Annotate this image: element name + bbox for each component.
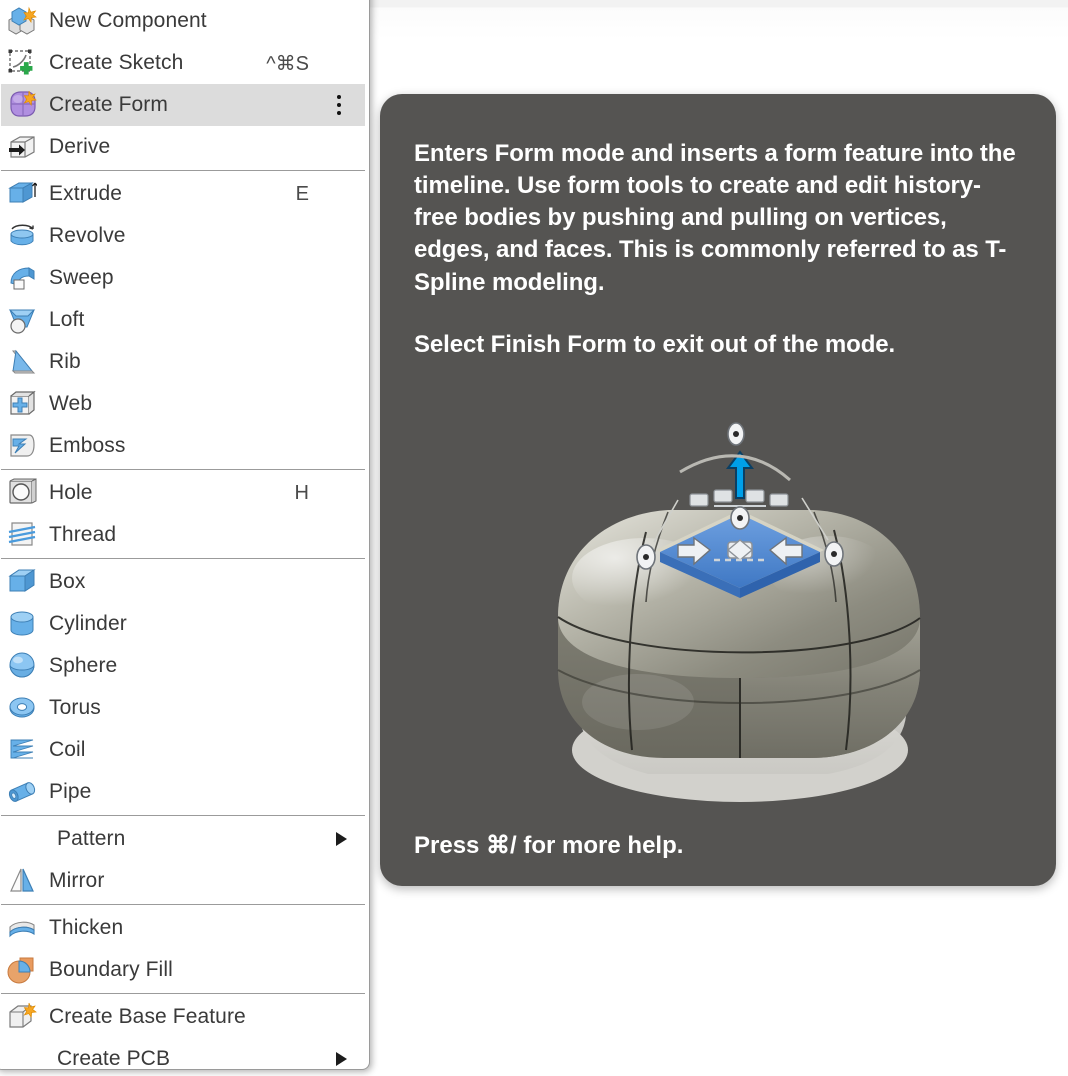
t-spline-form-body-illustration: [528, 402, 948, 822]
menu-item-mirror[interactable]: Mirror: [1, 860, 365, 902]
menu-item-emboss[interactable]: Emboss: [1, 425, 365, 467]
box-icon: [7, 567, 41, 597]
menu-item-label: Derive: [49, 135, 110, 159]
revolve-icon: [7, 221, 41, 251]
menu-item-thicken[interactable]: Thicken: [1, 907, 365, 949]
coil-icon: [7, 735, 41, 765]
menu-item-label: Coil: [49, 738, 86, 762]
menu-item-create-form[interactable]: Create Form: [1, 84, 365, 126]
menu-item-extrude[interactable]: Extrude E: [1, 173, 365, 215]
derive-icon: [7, 132, 41, 162]
new-component-icon: [7, 6, 41, 36]
menu-item-label: Boundary Fill: [49, 958, 173, 982]
menu-item-rib[interactable]: Rib: [1, 341, 365, 383]
tooltip-paragraph-2: Select Finish Form to exit out of the mo…: [414, 329, 1022, 361]
overflow-menu-icon[interactable]: [337, 95, 341, 115]
menu-item-label: Create Sketch: [49, 51, 183, 75]
menu-item-label: Extrude: [49, 182, 122, 206]
create-form-icon: [7, 90, 41, 120]
sweep-icon: [7, 263, 41, 293]
boundary-fill-icon: [7, 955, 41, 985]
menu-item-torus[interactable]: Torus: [1, 687, 365, 729]
menu-item-label: New Component: [49, 9, 207, 33]
menu-item-pattern[interactable]: Pattern: [1, 818, 365, 860]
menu-item-revolve[interactable]: Revolve: [1, 215, 365, 257]
menu-item-web[interactable]: Web: [1, 383, 365, 425]
hole-icon: [7, 478, 41, 508]
menu-item-new-component[interactable]: New Component: [1, 0, 365, 42]
menu-item-shortcut: E: [296, 183, 309, 206]
menu-separator: [1, 904, 365, 905]
menu-item-label: Hole: [49, 481, 93, 505]
tooltip-panel: Enters Form mode and inserts a form feat…: [380, 94, 1056, 886]
cylinder-icon: [7, 609, 41, 639]
menu-item-thread[interactable]: Thread: [1, 514, 365, 556]
tooltip-footer: Press ⌘/ for more help.: [414, 831, 683, 860]
create-menu-panel: New Component Create Sketch ^⌘S Create Form…: [0, 0, 370, 1070]
menu-item-label: Sphere: [49, 654, 117, 678]
menu-item-label: Torus: [49, 696, 101, 720]
menu-item-sphere[interactable]: Sphere: [1, 645, 365, 687]
menu-item-label: Loft: [49, 308, 84, 332]
menu-separator: [1, 993, 365, 994]
menu-item-label: Thicken: [49, 916, 123, 940]
no-icon-spacer: [7, 824, 41, 854]
pipe-icon: [7, 777, 41, 807]
create-menu-list: New Component Create Sketch ^⌘S Create Form…: [1, 0, 365, 1070]
menu-item-pipe[interactable]: Pipe: [1, 771, 365, 813]
menu-item-loft[interactable]: Loft: [1, 299, 365, 341]
create-base-feature-icon: [7, 1002, 41, 1032]
menu-separator: [1, 815, 365, 816]
app-window: New Component Create Sketch ^⌘S Create Form…: [0, 0, 1068, 1076]
web-icon: [7, 389, 41, 419]
tooltip-spacer: [414, 299, 1022, 329]
thread-icon: [7, 520, 41, 550]
menu-item-create-pcb[interactable]: Create PCB: [1, 1038, 365, 1070]
menu-item-label: Sweep: [49, 266, 114, 290]
menu-item-cylinder[interactable]: Cylinder: [1, 603, 365, 645]
menu-item-label: Emboss: [49, 434, 125, 458]
menu-item-boundary-fill[interactable]: Boundary Fill: [1, 949, 365, 991]
loft-icon: [7, 305, 41, 335]
emboss-icon: [7, 431, 41, 461]
sphere-icon: [7, 651, 41, 681]
submenu-arrow-icon[interactable]: [336, 832, 347, 846]
create-sketch-icon: [7, 48, 41, 78]
no-icon-spacer: [7, 1044, 41, 1070]
menu-item-sweep[interactable]: Sweep: [1, 257, 365, 299]
thicken-icon: [7, 913, 41, 943]
menu-item-label: Mirror: [49, 869, 104, 893]
menu-item-label: Pattern: [57, 827, 125, 851]
rib-icon: [7, 347, 41, 377]
menu-item-derive[interactable]: Derive: [1, 126, 365, 168]
menu-separator: [1, 170, 365, 171]
menu-item-label: Cylinder: [49, 612, 127, 636]
menu-separator: [1, 558, 365, 559]
menu-item-label: Create Form: [49, 93, 168, 117]
menu-item-label: Web: [49, 392, 92, 416]
menu-item-create-base-feature[interactable]: Create Base Feature: [1, 996, 365, 1038]
menu-item-coil[interactable]: Coil: [1, 729, 365, 771]
tooltip-paragraph-1: Enters Form mode and inserts a form feat…: [414, 138, 1022, 299]
menu-item-create-sketch[interactable]: Create Sketch ^⌘S: [1, 42, 365, 84]
submenu-arrow-icon[interactable]: [336, 1052, 347, 1066]
menu-item-label: Rib: [49, 350, 81, 374]
menu-item-shortcut: H: [295, 482, 309, 505]
menu-item-label: Box: [49, 570, 86, 594]
menu-separator: [1, 469, 365, 470]
menu-item-hole[interactable]: Hole H: [1, 472, 365, 514]
menu-item-label: Revolve: [49, 224, 126, 248]
extrude-icon: [7, 179, 41, 209]
menu-item-label: Pipe: [49, 780, 91, 804]
torus-icon: [7, 693, 41, 723]
menu-item-label: Thread: [49, 523, 116, 547]
mirror-icon: [7, 866, 41, 896]
menu-item-label: Create Base Feature: [49, 1005, 246, 1029]
menu-item-shortcut: ^⌘S: [266, 51, 309, 76]
menu-item-box[interactable]: Box: [1, 561, 365, 603]
menu-item-label: Create PCB: [57, 1047, 170, 1070]
